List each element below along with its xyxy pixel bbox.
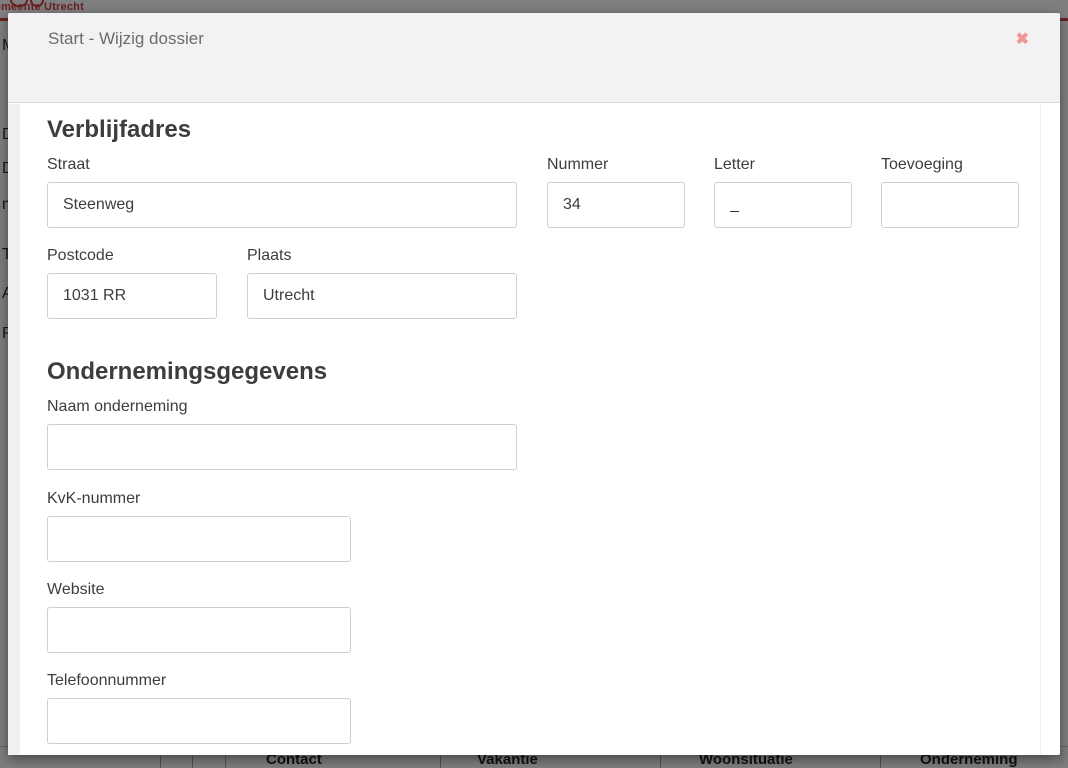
telefoonnummer-label: Telefoonnummer [47, 672, 351, 690]
modal-body-scroll-line [1040, 104, 1041, 755]
field-nummer: Nummer [547, 156, 685, 228]
kvk-nummer-label: KvK-nummer [47, 490, 351, 508]
postcode-input[interactable] [47, 273, 217, 319]
field-postcode: Postcode [47, 247, 217, 319]
field-kvk-nummer: KvK-nummer [47, 490, 351, 562]
plaats-input[interactable] [247, 273, 517, 319]
field-straat: Straat [47, 156, 517, 228]
website-label: Website [47, 581, 351, 599]
field-website: Website [47, 581, 351, 653]
field-naam-onderneming: Naam onderneming [47, 398, 517, 470]
kvk-nummer-input[interactable] [47, 516, 351, 562]
field-toevoeging: Toevoeging [881, 156, 1019, 228]
letter-label: Letter [714, 156, 852, 174]
telefoonnummer-input[interactable] [47, 698, 351, 744]
toevoeging-input[interactable] [881, 182, 1019, 228]
screen: Gemeente Utrecht M D D m T A P Contact V… [0, 0, 1068, 768]
modal-title: Start - Wijzig dossier [48, 29, 204, 49]
plaats-label: Plaats [247, 247, 517, 265]
nummer-input[interactable] [547, 182, 685, 228]
postcode-label: Postcode [47, 247, 217, 265]
field-plaats: Plaats [247, 247, 517, 319]
naam-onderneming-input[interactable] [47, 424, 517, 470]
naam-onderneming-label: Naam onderneming [47, 398, 517, 416]
modal-body-gutter [8, 104, 20, 755]
letter-input[interactable] [714, 182, 852, 228]
section-heading-ondernemingsgegevens: Ondernemingsgegevens [47, 356, 327, 388]
close-icon[interactable]: ✖ [1016, 32, 1029, 48]
nummer-label: Nummer [547, 156, 685, 174]
section-heading-verblijfadres: Verblijfadres [47, 114, 191, 146]
edit-dossier-modal: Start - Wijzig dossier ✖ Verblijfadres S… [8, 13, 1060, 755]
website-input[interactable] [47, 607, 351, 653]
field-letter: Letter [714, 156, 852, 228]
toevoeging-label: Toevoeging [881, 156, 1019, 174]
field-telefoonnummer: Telefoonnummer [47, 672, 351, 744]
straat-label: Straat [47, 156, 517, 174]
straat-input[interactable] [47, 182, 517, 228]
modal-header: Start - Wijzig dossier ✖ [8, 13, 1060, 103]
